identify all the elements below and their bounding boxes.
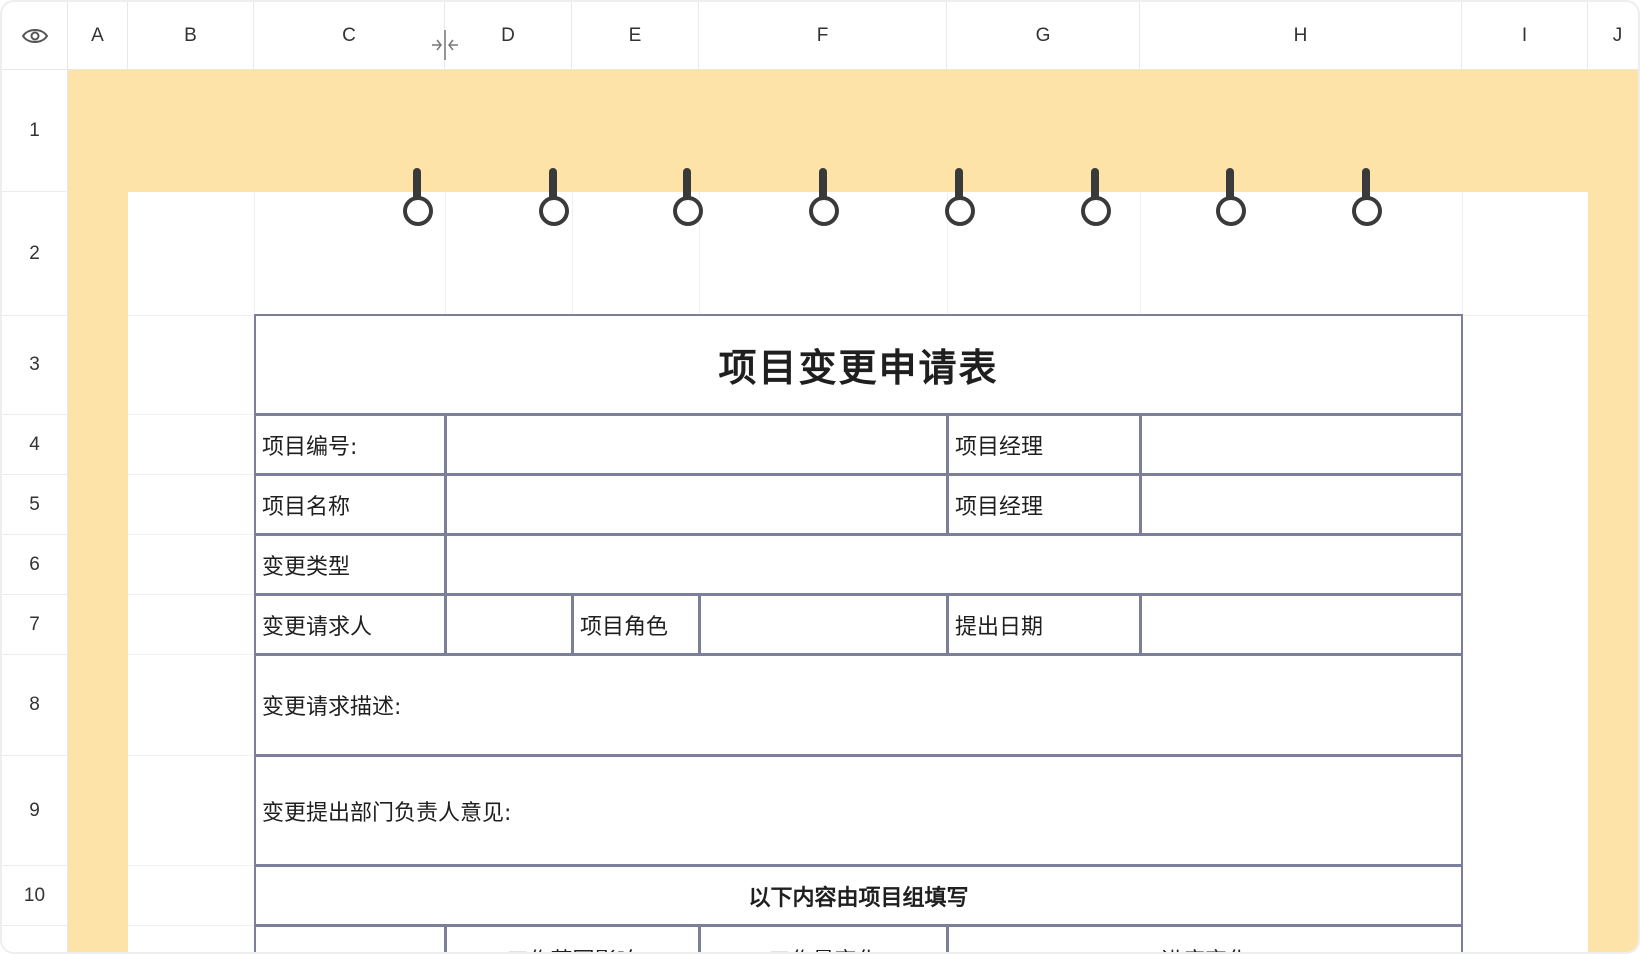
notebook-ring-icon [943, 168, 975, 230]
row-header-11[interactable] [2, 926, 68, 952]
column-header-d[interactable]: D [445, 2, 572, 70]
row-header-4[interactable]: 4 [2, 415, 68, 475]
change-description-cell[interactable]: 变更请求描述: [254, 654, 1463, 756]
notebook-ring-icon [537, 168, 569, 230]
column-header-c[interactable]: C [254, 2, 445, 70]
row-header-5[interactable]: 5 [2, 475, 68, 535]
column-header-b[interactable]: B [128, 2, 254, 70]
row-header-2[interactable]: 2 [2, 192, 68, 316]
row-header-10[interactable]: 10 [2, 866, 68, 926]
project-number-cell[interactable] [445, 414, 948, 475]
project-manager-cell[interactable] [1140, 414, 1463, 475]
project-role-label[interactable]: 项目角色 [572, 594, 700, 655]
column-header-h[interactable]: H [1140, 2, 1462, 70]
column-header-j[interactable]: J [1588, 2, 1638, 70]
column-header-f[interactable]: F [699, 2, 947, 70]
row-header-8[interactable]: 8 [2, 655, 68, 756]
column-header-e[interactable]: E [572, 2, 699, 70]
project-name-cell[interactable] [445, 474, 948, 535]
row-header-9[interactable]: 9 [2, 756, 68, 866]
row-header-6[interactable]: 6 [2, 535, 68, 595]
project-manager-cell-2[interactable] [1140, 474, 1463, 535]
schedule-change-cell[interactable]: 进度变化 [947, 925, 1463, 952]
change-requester-cell[interactable] [445, 594, 573, 655]
schedule-change-text: 进度变化 [1161, 943, 1249, 952]
select-all-corner[interactable] [2, 2, 68, 70]
project-manager-label[interactable]: 项目经理 [947, 414, 1141, 475]
project-manager-label-2[interactable]: 项目经理 [947, 474, 1141, 535]
form-title[interactable]: 项目变更申请表 [254, 314, 1463, 415]
change-type-label[interactable]: 变更类型 [254, 534, 446, 595]
notebook-ring-icon [401, 168, 433, 230]
notebook-ring-icon [807, 168, 839, 230]
submit-date-cell[interactable] [1140, 594, 1463, 655]
column-header-a[interactable]: A [68, 2, 128, 70]
submit-date-label[interactable]: 提出日期 [947, 594, 1141, 655]
column-header-g[interactable]: G [947, 2, 1140, 70]
change-requester-label[interactable]: 变更请求人 [254, 594, 446, 655]
work-scope-impact-cell[interactable]: 工作范围影响 [445, 925, 700, 952]
bottom-cell-label[interactable] [254, 925, 446, 952]
row-header-3[interactable]: 3 [2, 316, 68, 415]
workload-change-text: 工作量变化 [768, 943, 878, 952]
project-name-label[interactable]: 项目名称 [254, 474, 446, 535]
change-type-cell[interactable] [445, 534, 1463, 595]
project-role-cell[interactable] [699, 594, 948, 655]
row-header-7[interactable]: 7 [2, 595, 68, 655]
column-resize-icon[interactable] [430, 30, 460, 60]
column-header-i[interactable]: I [1462, 2, 1588, 70]
eye-icon[interactable] [21, 26, 49, 46]
notebook-ring-icon [1214, 168, 1246, 230]
dept-head-opinion-cell[interactable]: 变更提出部门负责人意见: [254, 755, 1463, 866]
spreadsheet-frame: 项目变更申请表 项目编号: 项目经理 项目名称 项目经理 变更类型 变更请求人 … [0, 0, 1640, 954]
notebook-ring-icon [671, 168, 703, 230]
notebook-ring-icon [1079, 168, 1111, 230]
row-header-1[interactable]: 1 [2, 70, 68, 192]
section-header[interactable]: 以下内容由项目组填写 [254, 865, 1463, 926]
workload-change-cell[interactable]: 工作量变化 [699, 925, 948, 952]
project-number-label[interactable]: 项目编号: [254, 414, 446, 475]
notebook-ring-icon [1350, 168, 1382, 230]
work-scope-impact-text: 工作范围影响 [506, 943, 638, 952]
